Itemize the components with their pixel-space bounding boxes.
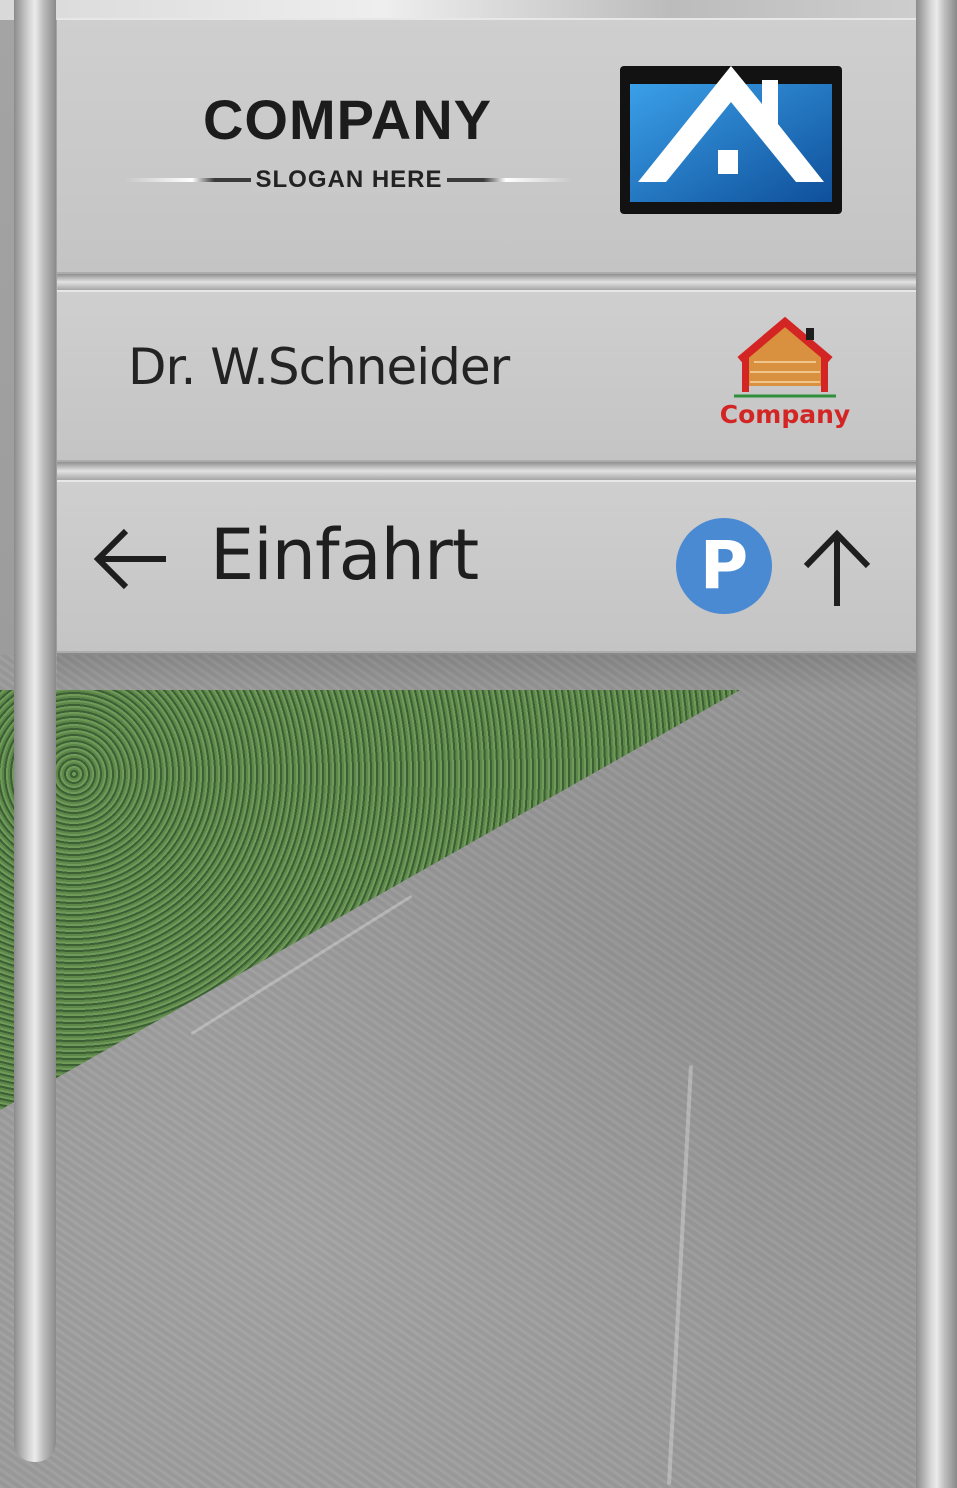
arrow-up-icon [800,526,874,608]
house-logo-icon [620,66,842,214]
panel-divider [57,462,916,480]
sign-post-right [916,0,957,1488]
sign-post-left [14,0,56,1462]
parking-icon: P [676,518,772,614]
background-wall [0,0,957,20]
arrow-left-icon [90,526,170,592]
brick-logo-label: Company [719,400,851,429]
panel-divider [57,274,916,290]
slogan: SLOGAN HERE [125,166,573,194]
slogan-row: SLOGAN HERE [125,166,573,194]
person-name: Dr. W.Schneider [128,338,510,396]
slogan-text: SLOGAN HERE [251,166,447,193]
company-name: COMPANY [202,88,493,151]
panel-shadow [57,653,916,693]
pavement-crack [667,1065,693,1485]
sign-scene: COMPANY SLOGAN HERE Dr. W.Schneider Comp… [0,0,957,1488]
direction-label: Einfahrt [210,514,479,596]
sign-panel-direction [57,480,916,653]
